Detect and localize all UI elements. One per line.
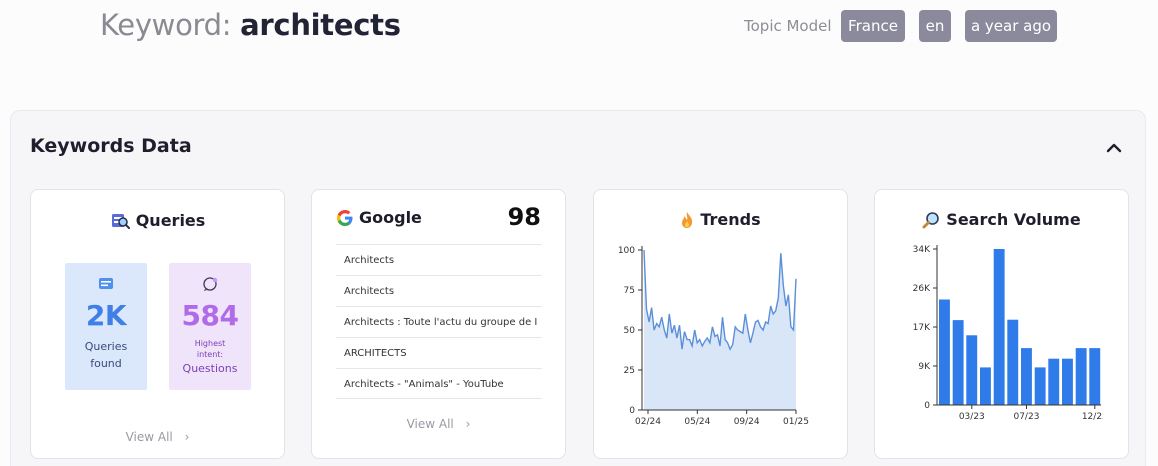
queries-view-all-link[interactable]: View All › — [31, 430, 284, 444]
queries-found-label-line1: Queries — [84, 340, 128, 353]
chevron-up-icon — [1106, 143, 1122, 153]
keyword-value: architects — [240, 8, 401, 42]
volume-x-tick-label: 03/23 — [959, 412, 985, 422]
trends-card-header: Trends — [594, 210, 847, 229]
queries-found-value: 2K — [85, 299, 127, 332]
magnifier-icon — [922, 211, 940, 228]
search-volume-card-header: Search Volume — [875, 210, 1128, 229]
volume-y-tick-label: 0 — [924, 401, 930, 411]
volume-bar — [1089, 348, 1101, 405]
intent-label: Highest intent: — [169, 338, 251, 360]
google-result-item[interactable]: Architects - "Animals" - YouTube — [336, 368, 542, 399]
search-volume-chart: 0 9K 17K 26K 34K 03/23 07/23 12/23 — [913, 245, 1103, 422]
google-result-item[interactable]: Architects — [336, 244, 542, 275]
volume-bar — [1075, 348, 1087, 405]
trends-x-tick-label: 02/24 — [635, 417, 661, 427]
chevron-right-icon: › — [465, 417, 471, 431]
queries-found-stat[interactable]: 2K Queries found — [65, 263, 147, 390]
trends-title: Trends — [700, 210, 761, 229]
queries-found-label: Queries found — [65, 338, 147, 372]
search-volume-title: Search Volume — [946, 210, 1081, 229]
queries-view-all-label: View All — [125, 430, 173, 444]
google-view-all-link[interactable]: View All › — [312, 417, 565, 431]
volume-x-tick-label: 12/23 — [1082, 412, 1103, 422]
google-view-all-label: View All — [406, 417, 454, 431]
intent-label-line2: intent: — [196, 350, 224, 359]
volume-y-tick-label: 17K — [913, 323, 931, 333]
google-result-item[interactable]: Architects — [336, 275, 542, 306]
search-volume-card: Search Volume 0 9K 17K 26K 34K 03/23 07/23 12/2… — [874, 189, 1129, 459]
queries-title: Queries — [135, 210, 206, 230]
chevron-right-icon: › — [184, 430, 190, 444]
volume-y-tick-label: 9K — [918, 362, 931, 372]
volume-y-tick-label: 26K — [913, 284, 931, 294]
trends-x-tick-label: 05/24 — [684, 417, 710, 427]
flame-icon — [682, 211, 693, 228]
trends-y-tick-label: 25 — [624, 366, 635, 376]
date-badge[interactable]: a year ago — [965, 10, 1057, 42]
panel-title: Keywords Data — [30, 135, 192, 157]
volume-bar — [1034, 367, 1046, 405]
volume-bar — [980, 367, 991, 405]
volume-bar — [1048, 358, 1060, 405]
intent-label-line3: Questions — [182, 362, 238, 375]
google-results-list: Architects Architects Architects : Toute… — [336, 244, 542, 399]
volume-bar — [966, 335, 978, 405]
trends-x-tick-label: 09/24 — [734, 417, 760, 427]
volume-bar — [1021, 348, 1032, 405]
google-result-count: 98 — [507, 203, 541, 231]
trends-y-tick-label: 100 — [618, 246, 635, 256]
volume-bar — [939, 299, 950, 405]
google-logo-icon — [337, 209, 353, 226]
list-icon — [99, 278, 113, 289]
trends-y-tick-label: 0 — [629, 406, 635, 416]
google-result-text: Architects : Toute l'actu du groupe de I — [344, 317, 538, 328]
topic-model-label: Topic Model — [744, 17, 832, 35]
trends-card: Trends 0 25 50 75 100 02/24 05/24 09/24 01/25 — [593, 189, 848, 459]
intent-label-line1: Highest — [194, 339, 226, 348]
keywords-data-panel: Keywords Data Queries 2K Queries found 5… — [10, 110, 1146, 466]
google-result-item[interactable]: ARCHITECTS — [336, 337, 542, 368]
google-card-header: Google — [336, 208, 422, 227]
volume-bar — [952, 320, 964, 405]
keyword-label: Keyword: — [100, 8, 232, 42]
queries-card: Queries 2K Queries found 584 Highest int… — [30, 189, 285, 459]
page-title: Keyword: architects — [100, 8, 401, 42]
google-card: Google 98 Architects Architects Architec… — [311, 189, 566, 459]
trends-x-tick-label: 01/25 — [783, 417, 809, 427]
google-result-item[interactable]: Architects : Toute l'actu du groupe de I — [336, 306, 542, 337]
collapse-button[interactable] — [1101, 135, 1127, 161]
google-title: Google — [359, 208, 422, 227]
volume-bar — [1062, 358, 1073, 405]
country-badge[interactable]: France — [841, 10, 905, 42]
volume-bar — [1007, 319, 1019, 405]
queries-found-label-line2: found — [90, 357, 122, 370]
volume-x-tick-label: 07/23 — [1013, 412, 1039, 422]
query-search-icon — [111, 214, 130, 229]
trends-y-tick-label: 50 — [624, 326, 636, 336]
volume-y-tick-label: 34K — [913, 245, 931, 255]
queries-card-header: Queries — [31, 210, 284, 230]
trends-chart: 0 25 50 75 100 02/24 05/24 09/24 01/25 — [618, 246, 809, 427]
trends-area — [644, 250, 796, 410]
chat-bubble-icon — [203, 277, 218, 291]
intent-questions-value: 584 — [181, 299, 239, 332]
language-badge[interactable]: en — [919, 10, 951, 42]
volume-bar — [993, 249, 1005, 405]
trends-y-tick-label: 75 — [624, 286, 635, 296]
intent-questions-stat[interactable]: 584 Highest intent: Questions — [169, 263, 251, 390]
